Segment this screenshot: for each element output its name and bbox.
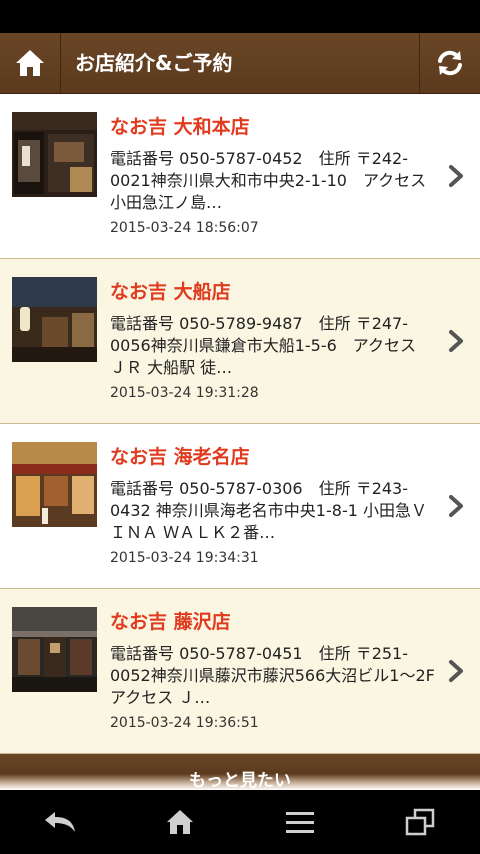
shop-list-item[interactable]: なお吉 藤沢店 電話番号 050-5787-0451 住所 〒251-0052神…: [0, 589, 480, 754]
chevron-right-icon: [449, 165, 463, 187]
shop-list-item[interactable]: なお吉 大船店 電話番号 050-5789-9487 住所 〒247-0056神…: [0, 259, 480, 424]
chevron-right-icon: [449, 495, 463, 517]
app-header: お店紹介&ご予約: [0, 33, 480, 94]
shop-list: なお吉 大和本店 電話番号 050-5787-0452 住所 〒242-0021…: [0, 94, 480, 754]
shop-list-item[interactable]: なお吉 海老名店 電話番号 050-5787-0306 住所 〒243-0432…: [0, 424, 480, 589]
shop-updated-date: 2015-03-24 19:31:28: [110, 385, 259, 401]
shop-name: なお吉 大船店: [110, 281, 231, 303]
shop-description: 電話番号 050-5789-9487 住所 〒247-0056神奈川県鎌倉市大船…: [110, 314, 417, 377]
shop-photo: [12, 112, 97, 197]
more-button[interactable]: もっと見たい: [0, 754, 480, 790]
home-button[interactable]: [0, 33, 61, 93]
shop-photo: [12, 277, 97, 362]
shop-name: なお吉 大和本店: [110, 116, 250, 138]
shop-updated-date: 2015-03-24 19:34:31: [110, 550, 259, 566]
home-icon: [16, 50, 44, 76]
shop-description: 電話番号 050-5787-0452 住所 〒242-0021神奈川県大和市中央…: [110, 149, 427, 212]
shop-description: 電話番号 050-5787-0306 住所 〒243-0432 神奈川県海老名市…: [110, 479, 427, 542]
menu-button[interactable]: [270, 797, 330, 847]
chevron-right-icon: [449, 330, 463, 352]
system-nav-bar: [0, 790, 480, 854]
back-icon: [45, 812, 75, 832]
refresh-button[interactable]: [419, 33, 480, 93]
shop-photo: [12, 442, 97, 527]
shop-photo: [12, 607, 97, 692]
more-button-label: もっと見たい: [189, 771, 291, 790]
chevron-right-icon: [449, 660, 463, 682]
back-button[interactable]: [30, 797, 90, 847]
shop-list-item[interactable]: なお吉 大和本店 電話番号 050-5787-0452 住所 〒242-0021…: [0, 94, 480, 259]
recent-apps-button[interactable]: [390, 797, 450, 847]
refresh-icon: [438, 50, 462, 76]
shop-name: なお吉 海老名店: [110, 446, 250, 468]
shop-description: 電話番号 050-5787-0451 住所 〒251-0052神奈川県藤沢市藤沢…: [110, 644, 435, 707]
menu-icon: [286, 812, 314, 833]
recent-apps-icon: [405, 808, 435, 836]
shop-updated-date: 2015-03-24 18:56:07: [110, 220, 259, 236]
nav-home-button[interactable]: [150, 797, 210, 847]
shop-name: なお吉 藤沢店: [110, 611, 231, 633]
page-title: お店紹介&ご予約: [75, 51, 233, 75]
shop-updated-date: 2015-03-24 19:36:51: [110, 715, 259, 731]
home-icon: [167, 810, 193, 834]
status-bar: [0, 0, 480, 33]
